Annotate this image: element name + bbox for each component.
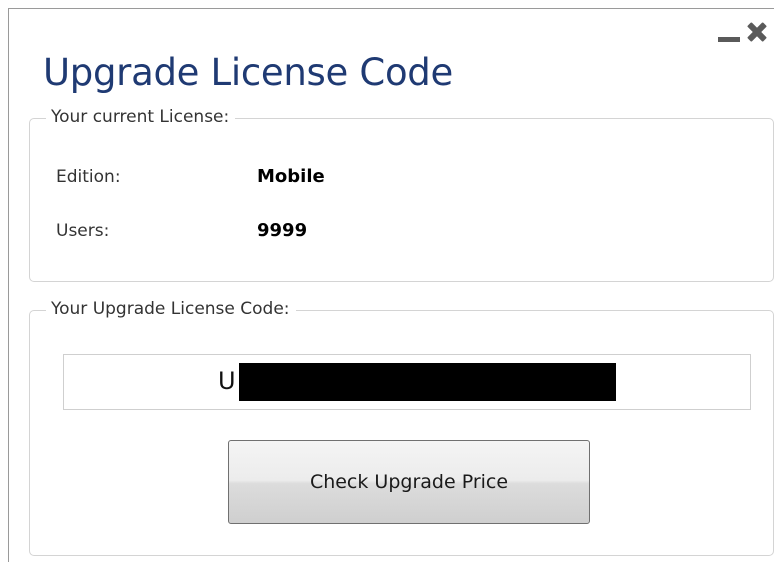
upgrade-license-dialog: Upgrade License Code Your current Licens…: [8, 8, 774, 562]
close-icon[interactable]: [746, 21, 768, 43]
users-value: 9999: [257, 220, 308, 241]
edition-value: Mobile: [257, 166, 325, 187]
upgrade-code-text: U: [218, 367, 236, 395]
upgrade-license-group: Your Upgrade License Code: U Check Upgra…: [29, 299, 774, 556]
check-upgrade-price-button[interactable]: Check Upgrade Price: [228, 440, 590, 524]
upgrade-code-field[interactable]: U: [63, 354, 751, 410]
current-license-legend: Your current License:: [46, 107, 236, 127]
minimize-icon[interactable]: [718, 36, 740, 42]
redaction-bar: [239, 363, 616, 401]
upgrade-license-legend: Your Upgrade License Code:: [46, 299, 296, 319]
users-label: Users:: [56, 221, 110, 241]
edition-label: Edition:: [56, 167, 121, 187]
window-controls: [718, 21, 768, 43]
dialog-title: Upgrade License Code: [43, 51, 453, 94]
current-license-group: Your current License: Edition: Mobile Us…: [29, 107, 774, 282]
